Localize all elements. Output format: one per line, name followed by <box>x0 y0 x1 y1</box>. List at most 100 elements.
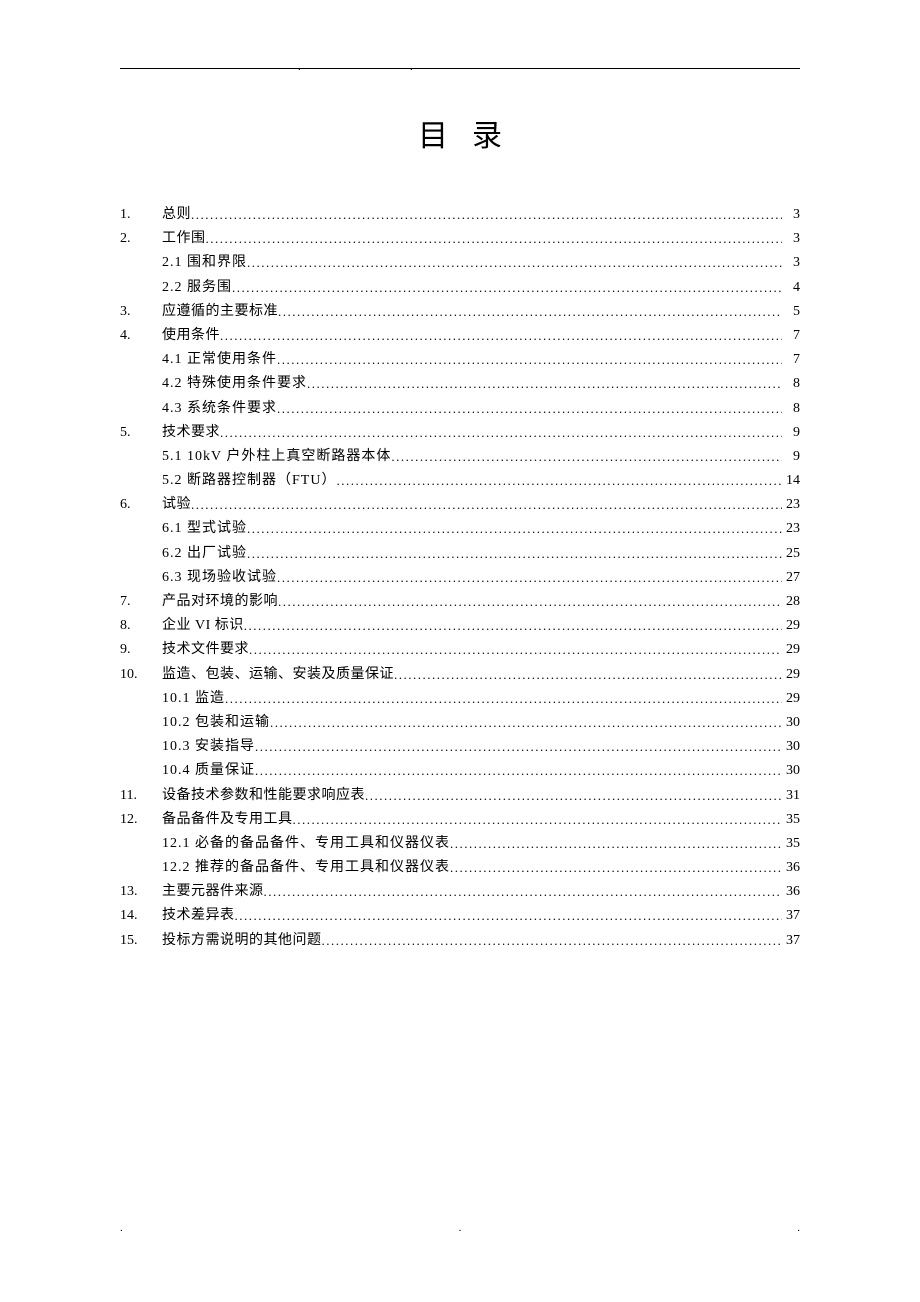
toc-title: 4.1 正常使用条件 <box>162 353 277 367</box>
toc-title: 使用条件 <box>162 329 220 343</box>
toc-page-number: 31 <box>782 789 800 803</box>
toc-title: 应遵循的主要标准 <box>162 305 278 319</box>
toc-leader-dots <box>191 498 782 511</box>
toc-entry: 11.设备技术参数和性能要求响应表31 <box>120 788 800 803</box>
toc-number: 3. <box>120 305 162 319</box>
toc-entry: 5.技术要求9 <box>120 425 800 440</box>
toc-leader-dots <box>247 522 782 535</box>
toc-page-number: 35 <box>782 813 800 827</box>
toc-page-number: 3 <box>782 256 800 270</box>
toc-leader-dots <box>293 813 783 826</box>
toc-number: 13. <box>120 885 162 899</box>
toc-title: 投标方需说明的其他问题 <box>162 934 322 948</box>
toc-number: 11. <box>120 789 162 803</box>
toc-page-number: 29 <box>782 643 800 657</box>
toc-leader-dots <box>244 619 782 632</box>
toc-page-number: 25 <box>782 547 800 561</box>
toc-entry: 2.2 服务围 4 <box>120 280 800 295</box>
toc-page-number: 36 <box>782 861 800 875</box>
toc-number: 1. <box>120 208 162 222</box>
toc-leader-dots <box>191 208 782 221</box>
toc-leader-dots <box>336 474 782 487</box>
toc-entry: 1.总则3 <box>120 207 800 222</box>
toc-title: 总则 <box>162 208 191 222</box>
toc-title: 6.2 出厂试验 <box>162 547 247 561</box>
toc-page-number: 7 <box>782 353 800 367</box>
toc-title: 12.2 推荐的备品备件、专用工具和仪器仪表 <box>162 861 450 875</box>
page-title: 目录 <box>120 111 800 155</box>
toc-leader-dots <box>232 281 782 294</box>
toc-leader-dots <box>247 547 782 560</box>
toc-entry: 6.试验23 <box>120 497 800 512</box>
toc-entry: 12.备品备件及专用工具35 <box>120 812 800 827</box>
toc-page-number: 37 <box>782 909 800 923</box>
toc-page-number: 23 <box>782 498 800 512</box>
toc-title: 2.1 围和界限 <box>162 256 247 270</box>
toc-entry: 4.2 特殊使用条件要求8 <box>120 376 800 391</box>
toc-leader-dots <box>247 256 782 269</box>
toc-leader-dots <box>255 764 782 777</box>
toc-page-number: 35 <box>782 837 800 851</box>
toc-title: 5.1 10kV 户外柱上真空断路器本体 <box>162 450 391 464</box>
toc-leader-dots <box>277 571 782 584</box>
toc-leader-dots <box>270 716 782 729</box>
toc-page-number: 29 <box>782 668 800 682</box>
toc-leader-dots <box>278 305 782 318</box>
toc-title: 主要元器件来源 <box>162 885 264 899</box>
toc-title: 产品对环境的影响 <box>162 595 278 609</box>
toc-number: 10. <box>120 668 162 682</box>
toc-number: 12. <box>120 813 162 827</box>
toc-page-number: 29 <box>782 619 800 633</box>
toc-title: 6.1 型式试验 <box>162 522 247 536</box>
toc-entry: 5.2 断路器控制器（FTU）14 <box>120 473 800 488</box>
toc-leader-dots <box>278 595 782 608</box>
toc-number: 6. <box>120 498 162 512</box>
toc-number: 9. <box>120 643 162 657</box>
toc-title: 监造、包装、运输、安装及质量保证 <box>162 668 394 682</box>
toc-number: 14. <box>120 909 162 923</box>
toc-number: 4. <box>120 329 162 343</box>
toc-title: 2.2 服务围 <box>162 281 232 295</box>
toc-leader-dots <box>264 885 783 898</box>
toc-entry: 4.1 正常使用条件 7 <box>120 352 800 367</box>
toc-title: 4.3 系统条件要求 <box>162 402 277 416</box>
toc-page-number: 29 <box>782 692 800 706</box>
toc-entry: 4.3 系统条件要求 8 <box>120 401 800 416</box>
toc-page-number: 9 <box>782 450 800 464</box>
toc-title: 10.3 安装指导 <box>162 740 255 754</box>
toc-number: 15. <box>120 934 162 948</box>
toc-page-number: 37 <box>782 934 800 948</box>
toc-leader-dots <box>394 668 782 681</box>
toc-leader-dots <box>235 909 783 922</box>
toc-leader-dots <box>220 329 782 342</box>
toc-entry: 10.3 安装指导 30 <box>120 739 800 754</box>
toc-page-number: 8 <box>782 402 800 416</box>
toc-page-number: 4 <box>782 281 800 295</box>
toc-page-number: 30 <box>782 764 800 778</box>
toc-entry: 10.4 质量保证 30 <box>120 763 800 778</box>
toc-leader-dots <box>220 426 782 439</box>
toc-title: 6.3 现场验收试验 <box>162 571 277 585</box>
toc-page-number: 30 <box>782 740 800 754</box>
toc-entry: 4.使用条件7 <box>120 328 800 343</box>
toc-leader-dots <box>255 740 782 753</box>
footer-marks: ... <box>120 1222 800 1234</box>
toc-page-number: 8 <box>782 377 800 391</box>
toc-leader-dots <box>277 402 782 415</box>
toc-entry: 12.1 必备的备品备件、专用工具和仪器仪表35 <box>120 836 800 851</box>
toc-title: 5.2 断路器控制器（FTU） <box>162 474 336 488</box>
toc-entry: 8.企业 VI 标识29 <box>120 618 800 633</box>
toc-number: 2. <box>120 232 162 246</box>
toc-entry: 3.应遵循的主要标准5 <box>120 304 800 319</box>
toc-number: 5. <box>120 426 162 440</box>
toc-entry: 6.3 现场验收试验27 <box>120 570 800 585</box>
toc-entry: 2.1 围和界限 3 <box>120 255 800 270</box>
toc-leader-dots <box>450 861 782 874</box>
toc-page-number: 3 <box>782 232 800 246</box>
toc-entry: 12.2 推荐的备品备件、专用工具和仪器仪表 36 <box>120 860 800 875</box>
toc-title: 10.2 包装和运输 <box>162 716 270 730</box>
toc-page-number: 36 <box>782 885 800 899</box>
table-of-contents: 1.总则32.工作围32.1 围和界限32.2 服务围43.应遵循的主要标准54… <box>120 207 800 948</box>
toc-title: 10.4 质量保证 <box>162 764 255 778</box>
toc-entry: 7.产品对环境的影响28 <box>120 594 800 609</box>
